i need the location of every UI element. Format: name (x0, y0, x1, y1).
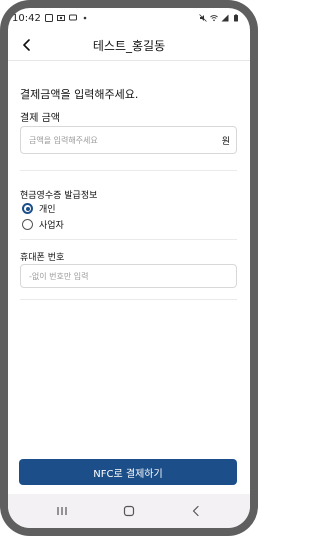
battery-icon (234, 14, 238, 22)
back-nav-button[interactable] (186, 504, 206, 518)
section-divider (20, 299, 237, 300)
app-header: 테스트_홍길동 (8, 30, 250, 61)
device-frame: 10:42 테스트_홍길동 결제금액을 입력해주세요. 결제 금액 금액을 입력… (0, 0, 258, 536)
app-screen: 10:42 테스트_홍길동 결제금액을 입력해주세요. 결제 금액 금액을 입력… (8, 8, 250, 528)
radio-option-business[interactable]: 사업자 (22, 218, 64, 231)
status-left: 10:42 (12, 13, 89, 24)
amount-unit: 원 (221, 136, 230, 147)
amount-label: 결제 금액 (20, 113, 60, 124)
mute-icon (199, 14, 207, 22)
phone-label: 휴대폰 번호 (20, 253, 65, 263)
message-icon (68, 14, 77, 21)
amount-input[interactable]: 금액을 입력해주세요 원 (20, 126, 237, 154)
page-title: 테스트_홍길동 (92, 38, 166, 53)
back-arrow-icon (193, 505, 199, 517)
status-time: 10:42 (12, 12, 41, 24)
nfc-pay-button[interactable]: NFC로 결제하기 (19, 459, 237, 485)
home-icon (123, 505, 135, 517)
recent-apps-button[interactable] (52, 504, 72, 518)
amount-placeholder: 금액을 입력해주세요 (29, 135, 98, 145)
radio-label-business: 사업자 (39, 221, 64, 231)
chevron-left-icon (23, 39, 30, 51)
radio-unchecked-icon[interactable] (22, 219, 33, 230)
recent-apps-icon (57, 507, 67, 515)
radio-checked-icon[interactable] (22, 203, 33, 214)
dot-icon (83, 16, 87, 20)
system-nav-bar (8, 494, 250, 528)
gallery-icon (44, 14, 53, 22)
radio-option-personal[interactable]: 개인 (22, 202, 56, 215)
radio-label-personal: 개인 (39, 205, 56, 215)
wifi-icon (210, 15, 218, 22)
section-divider (20, 239, 237, 240)
home-button[interactable] (119, 504, 139, 518)
signal-icon (221, 14, 229, 22)
section-divider (20, 170, 237, 171)
amount-instruction: 결제금액을 입력해주세요. (20, 88, 139, 101)
back-button[interactable] (18, 36, 36, 54)
status-bar: 10:42 (8, 8, 250, 28)
status-right (199, 14, 240, 22)
phone-input[interactable]: -없이 번호만 입력 (20, 264, 237, 288)
receipt-section-title: 현금영수증 발급정보 (20, 191, 98, 201)
phone-placeholder: -없이 번호만 입력 (29, 271, 89, 281)
screenshot-icon (56, 15, 65, 21)
